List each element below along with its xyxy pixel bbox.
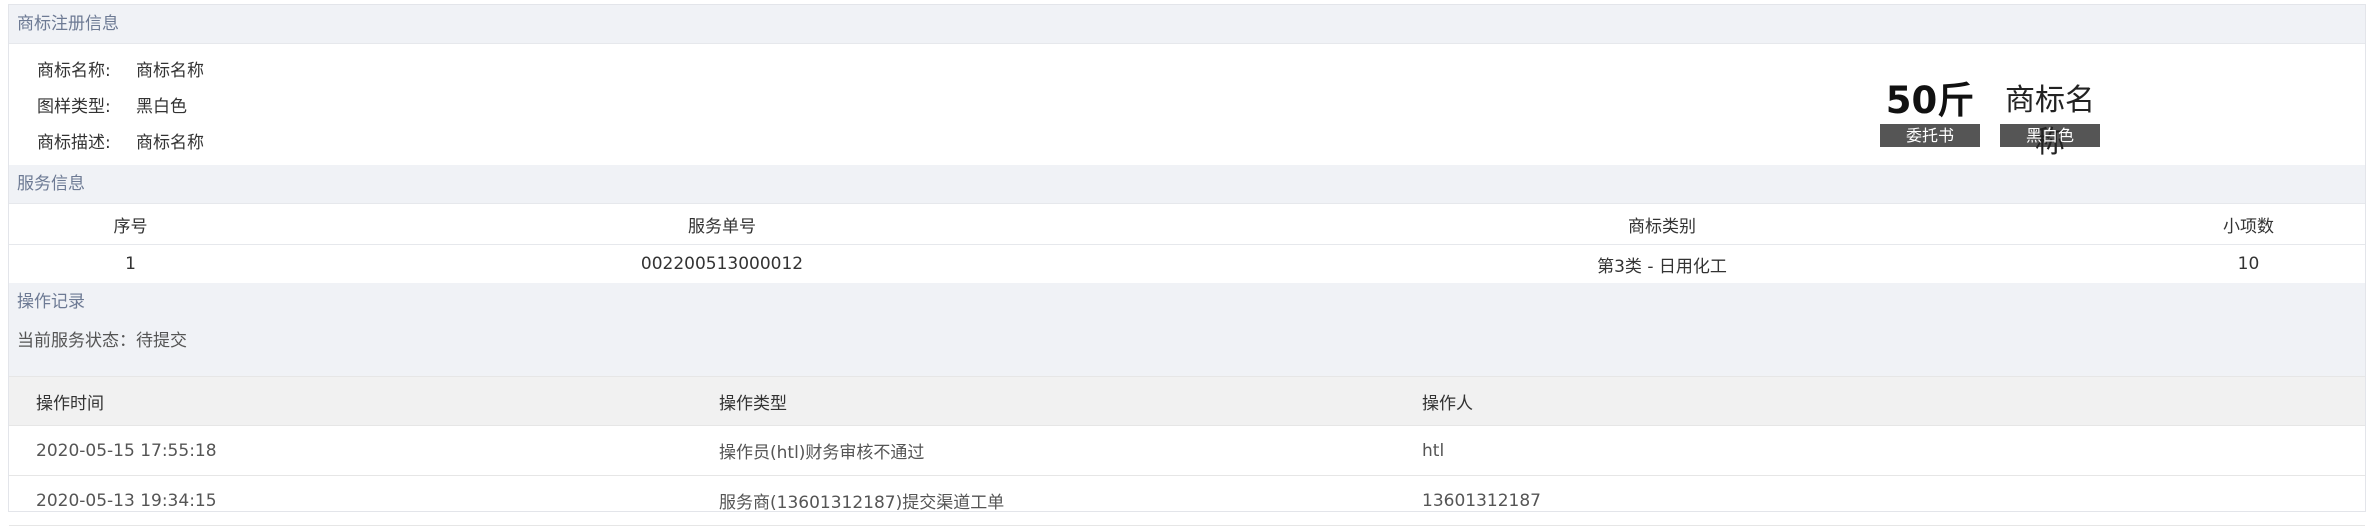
field-trademark-description: 商标描述: 商标名称 [37,128,204,153]
spacer [9,361,2365,376]
log-table-header: 操作时间 操作类型 操作人 [9,376,2365,426]
cell-operation-type: 操作员(htl)财务审核不通过 [719,443,925,463]
col-item-count: 小项数 [2223,216,2274,237]
service-table-header: 序号 服务单号 商标类别 小项数 [9,204,2365,245]
operations-section-header: 操作记录 [9,283,2365,321]
trademark-detail-panel: 商标注册信息 商标名称: 商标名称 图样类型: 黑白色 商标描述: 商标名称 50斤 … [8,4,2366,526]
table-row: 2020-05-15 17:55:18 操作员(htl)财务审核不通过 htl [9,426,2365,476]
field-label: 商标名称: [37,61,111,81]
col-operation-type: 操作类型 [719,393,787,414]
cell-operation-type: 服务商(13601312187)提交渠道工单 [719,493,1005,513]
col-operation-time: 操作时间 [36,393,104,414]
cell-operator: 13601312187 [1422,490,1541,511]
table-row: 2020-05-13 19:34:15 服务商(13601312187)提交渠道… [9,476,2365,526]
field-label: 图样类型: [37,97,111,117]
field-value: 商标名称 [136,61,204,81]
current-service-status: 当前服务状态：待提交 [9,321,2365,361]
field-value: 黑白色 [136,97,187,117]
logo-text: 50斤 [1885,79,1975,122]
logo-text: 商标名称 [2005,83,2095,160]
trademark-logo-bw: 商标名称 黑白色 [2000,80,2100,160]
service-table: 序号 服务单号 商标类别 小项数 1 002200513000012 第3类 -… [9,204,2365,283]
field-label: 商标描述: [37,133,111,153]
field-value: 商标名称 [136,133,204,153]
cell-operator: htl [1422,440,1445,461]
logo-tag: 黑白色 [2000,124,2100,147]
col-operator: 操作人 [1422,393,1473,414]
service-section-header: 服务信息 [9,165,2365,204]
cell-service-number: 002200513000012 [640,254,804,274]
table-row: 1 002200513000012 第3类 - 日用化工 10 [9,245,2365,283]
col-index: 序号 [113,216,148,237]
field-image-type: 图样类型: 黑白色 [37,92,187,117]
cell-trademark-class: 第3类 - 日用化工 [1597,256,1727,277]
registration-info: 商标名称: 商标名称 图样类型: 黑白色 商标描述: 商标名称 50斤 委托书 商标名… [9,44,2365,165]
cell-item-count: 10 [2237,254,2260,274]
cell-operation-time: 2020-05-13 19:34:15 [36,490,217,511]
field-trademark-name: 商标名称: 商标名称 [37,56,204,81]
cell-index: 1 [125,254,136,274]
col-service-number: 服务单号 [688,216,756,237]
registration-section-header: 商标注册信息 [9,5,2365,44]
col-trademark-class: 商标类别 [1628,216,1696,237]
trademark-logo-authorization: 50斤 委托书 [1880,80,1980,147]
operation-log-table: 操作时间 操作类型 操作人 2020-05-15 17:55:18 操作员(ht… [9,376,2365,526]
logo-tag: 委托书 [1880,124,1980,147]
cell-operation-time: 2020-05-15 17:55:18 [36,440,217,461]
